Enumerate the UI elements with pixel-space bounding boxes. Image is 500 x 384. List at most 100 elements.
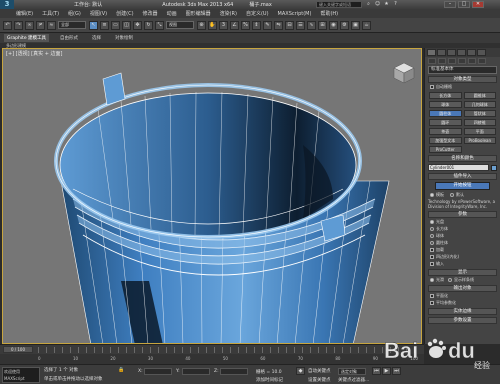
z-coordinate-field[interactable] [220, 368, 248, 375]
menu-tools[interactable]: 工具(T) [42, 10, 59, 17]
tab-object-paint[interactable]: 对象绘制 [112, 34, 136, 42]
auto-key-label[interactable]: 自动关键点 [308, 368, 331, 374]
menu-maxscript[interactable]: MAXScript(M) [278, 11, 312, 17]
lock-icon[interactable]: 🔒 [118, 367, 125, 374]
spinner-snap-icon[interactable]: ⇕ [252, 20, 261, 30]
rectangle-selection-icon[interactable]: ▭ [111, 20, 120, 30]
menu-modifiers[interactable]: 修改器 [143, 10, 158, 17]
layer-icon[interactable]: ☰ [296, 20, 305, 30]
named-selection-icon[interactable]: ✎ [263, 20, 272, 30]
object-type-rollout[interactable]: 对象类型 [428, 76, 497, 83]
textplus-button[interactable]: 加强型文本 [429, 137, 462, 144]
output-check-1[interactable] [430, 294, 434, 298]
mirror-icon[interactable]: ⇋ [274, 20, 283, 30]
plugin-rollout[interactable]: 插件导入 [428, 173, 497, 180]
y-coordinate-field[interactable] [182, 368, 210, 375]
proboolean-button[interactable]: ProBoolean [463, 137, 496, 144]
menu-help[interactable]: 帮助(H) [320, 10, 338, 17]
move-icon[interactable]: ✥ [133, 20, 142, 30]
object-color-swatch[interactable] [491, 164, 497, 171]
minimize-button[interactable]: – [444, 1, 456, 8]
misc-rollout[interactable]: 参数设置 [428, 317, 497, 324]
param-radio-1[interactable] [430, 220, 434, 224]
param-check-6[interactable] [430, 255, 434, 259]
menu-graph-editors[interactable]: 图形编辑器 [186, 10, 211, 17]
select-by-name-icon[interactable]: ≡ [100, 20, 109, 30]
category-dropdown[interactable]: 标准基本体 [428, 66, 497, 74]
angle-snap-icon[interactable]: ∠ [230, 20, 239, 30]
cone-button[interactable]: 圆锥体 [463, 92, 496, 99]
template-radio[interactable] [430, 193, 434, 197]
cameras-icon[interactable] [458, 58, 466, 64]
user-icon[interactable]: ☺ [374, 1, 381, 8]
help-icon[interactable]: ? [392, 1, 399, 8]
menu-create[interactable]: 创建(C) [116, 10, 133, 17]
viewcube-icon[interactable] [392, 61, 416, 85]
teapot-button[interactable]: 茶壶 [429, 128, 462, 135]
menu-customize[interactable]: 自定义(U) [246, 10, 269, 17]
pyramid-button[interactable]: 四棱锥 [463, 119, 496, 126]
align-icon[interactable]: ⊟ [285, 20, 294, 30]
auto-key-button[interactable]: ◆ [296, 367, 305, 375]
torus-button[interactable]: 圆环 [429, 119, 462, 126]
plugin-start-button[interactable]: 开始按钮 [435, 182, 490, 190]
menu-edit[interactable]: 编辑(E) [16, 10, 33, 17]
schematic-icon[interactable]: ⊞ [318, 20, 327, 30]
link-icon[interactable]: ∞ [25, 20, 34, 30]
redo-icon[interactable]: ↷ [14, 20, 23, 30]
output-rollout[interactable]: 输出对象 [428, 285, 497, 292]
hierarchy-tab-icon[interactable] [447, 49, 456, 56]
select-object-icon[interactable]: ↖ [89, 20, 98, 30]
window-crossing-icon[interactable]: ◫ [122, 20, 131, 30]
box-button[interactable]: 长方体 [429, 92, 462, 99]
sphere-button[interactable]: 球体 [429, 101, 462, 108]
render-setup-icon[interactable]: ⚙ [340, 20, 349, 30]
binoculars-icon[interactable]: ⌕ [365, 1, 372, 8]
helpers-icon[interactable] [468, 58, 476, 64]
search-input[interactable]: 键入关键字或短语 [316, 1, 362, 8]
utilities-tab-icon[interactable] [477, 49, 486, 56]
geosphere-button[interactable]: 几何球体 [463, 101, 496, 108]
motion-tab-icon[interactable] [457, 49, 466, 56]
tab-freeform[interactable]: 自由形式 [57, 34, 81, 42]
display-spline-radio[interactable] [448, 278, 452, 282]
shapes-icon[interactable] [438, 58, 446, 64]
material-editor-icon[interactable]: ◉ [329, 20, 338, 30]
snap-icon[interactable]: 3 [219, 20, 228, 30]
reference-coordinate-dropdown[interactable]: 视图 [166, 21, 194, 29]
scale-icon[interactable]: ⤡ [155, 20, 164, 30]
key-filters[interactable]: 关键点过滤器... [338, 377, 369, 383]
name-color-rollout[interactable]: 名称和颜色 [428, 155, 497, 162]
menu-animation[interactable]: 动画 [167, 10, 177, 17]
rotate-icon[interactable]: ↻ [144, 20, 153, 30]
track-bar[interactable]: 0 10 20 30 40 50 60 70 80 90 100 [0, 354, 424, 364]
cylinder-button[interactable]: 圆柱体 [429, 110, 462, 117]
maxscript-listener[interactable]: 欢迎使用 MAXScript [2, 367, 40, 383]
render-frame-icon[interactable]: ▣ [351, 20, 360, 30]
close-button[interactable]: ✕ [472, 1, 484, 8]
autogrid-checkbox[interactable] [430, 85, 434, 89]
perspective-viewport[interactable]: [+] [透视] [真实 + 边面] [2, 48, 422, 344]
display-smooth-radio[interactable] [430, 278, 434, 282]
geometry-icon[interactable] [428, 58, 436, 64]
param-radio-2[interactable] [430, 227, 434, 231]
create-tab-icon[interactable] [427, 49, 436, 56]
bind-space-warp-icon[interactable]: ≈ [47, 20, 56, 30]
spacewarps-icon[interactable] [478, 58, 486, 64]
param-radio-3[interactable] [430, 234, 434, 238]
workspace-label[interactable]: 工作台: 默认 [74, 1, 102, 8]
tab-selection[interactable]: 选择 [89, 34, 104, 42]
add-time-tag[interactable]: 添加时间标记 [256, 377, 283, 383]
solid-edge-rollout[interactable]: 实体边缘 [428, 308, 497, 315]
modify-tab-icon[interactable] [437, 49, 446, 56]
manipulate-icon[interactable]: ✋ [208, 20, 217, 30]
param-check-5[interactable] [430, 248, 434, 252]
set-key-label[interactable]: 设置关键点 [308, 377, 331, 383]
output-check-2[interactable] [430, 301, 434, 305]
default-radio[interactable] [450, 193, 454, 197]
bucket-model[interactable] [3, 49, 422, 344]
tab-graphite[interactable]: Graphite 建模工具 [4, 34, 50, 42]
star-icon[interactable]: ★ [383, 1, 390, 8]
tube-button[interactable]: 管状体 [463, 110, 496, 117]
display-tab-icon[interactable] [467, 49, 476, 56]
